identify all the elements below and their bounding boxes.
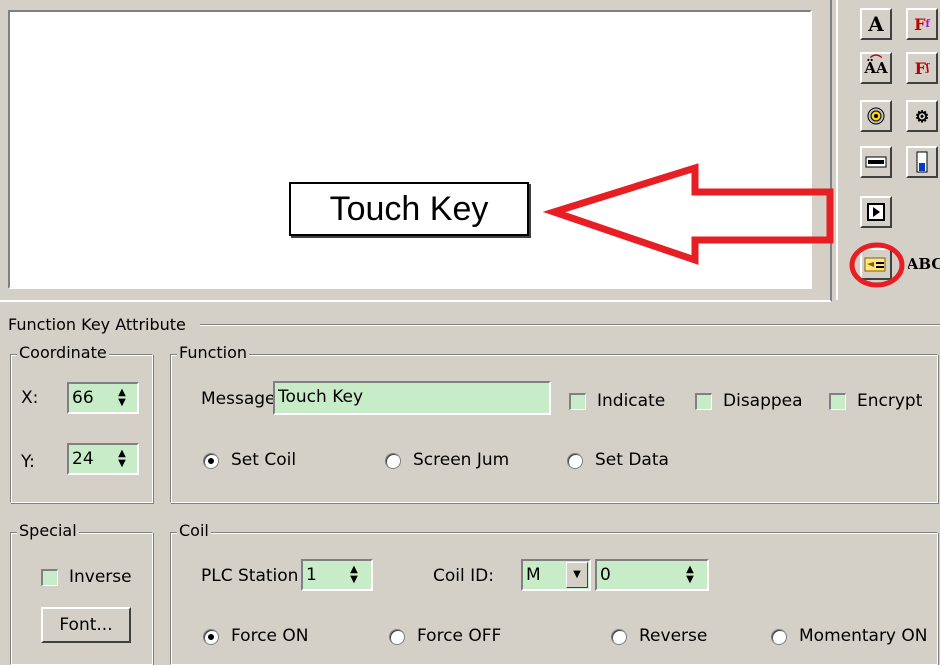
- gears-icon[interactable]: ⚙: [906, 100, 938, 132]
- message-input[interactable]: Touch Key: [273, 381, 551, 415]
- disappear-label: Disappea: [723, 391, 803, 411]
- coil-type-select[interactable]: M ▼: [521, 559, 591, 591]
- special-title: Special: [17, 521, 79, 541]
- encrypt-label: Encrypt: [857, 391, 923, 411]
- force-off-radio[interactable]: [389, 629, 405, 645]
- annotation-arrow-icon: [542, 163, 834, 265]
- abc-button[interactable]: ABC: [908, 248, 940, 280]
- set-coil-label: Set Coil: [231, 450, 297, 470]
- x-value: 66: [72, 388, 94, 408]
- special-group: Special Inverse Font...: [10, 521, 153, 665]
- text-rotate-icon[interactable]: ⌒ ÄA: [860, 52, 892, 84]
- set-data-label: Set Data: [595, 450, 669, 470]
- coil-number-spinner-icon[interactable]: ▲ ▼: [679, 562, 701, 588]
- force-off-label: Force OFF: [417, 626, 502, 646]
- highlight-circle-icon: [849, 242, 905, 288]
- screen-jump-label: Screen Jum: [413, 450, 510, 470]
- y-label: Y:: [21, 452, 35, 472]
- indicate-label: Indicate: [597, 391, 666, 411]
- encrypt-checkbox[interactable]: [829, 393, 846, 410]
- x-label: X:: [21, 388, 39, 408]
- plc-station-label: PLC Station: [201, 566, 299, 586]
- momentary-on-radio[interactable]: [771, 629, 787, 645]
- coil-group: Coil PLC Station 1 ▲ ▼ Coil ID: M ▼ 0 ▲ ▼ …: [170, 521, 938, 665]
- touch-key-label: Touch Key: [329, 189, 489, 228]
- text-icon[interactable]: A: [860, 8, 892, 40]
- plc-station-spinner-icon[interactable]: ▲ ▼: [343, 562, 365, 588]
- set-data-radio[interactable]: [567, 453, 583, 469]
- screen-jump-radio[interactable]: [385, 453, 401, 469]
- message-value: Touch Key: [278, 387, 364, 407]
- play-icon[interactable]: [860, 196, 892, 228]
- font-f2-icon[interactable]: Fʃ: [906, 52, 938, 84]
- coordinate-title: Coordinate: [17, 343, 109, 363]
- font-f-icon[interactable]: Ff: [906, 8, 938, 40]
- set-coil-radio[interactable]: [203, 453, 219, 469]
- target-icon[interactable]: [860, 100, 892, 132]
- function-title: Function: [177, 343, 250, 363]
- reverse-label: Reverse: [639, 626, 708, 646]
- message-label: Message: [201, 389, 276, 409]
- abc-label: ABC: [908, 255, 940, 273]
- chevron-down-icon[interactable]: ▼: [566, 562, 588, 588]
- object-toolbar: A Ff ⌒ ÄA Fʃ ⚙ ABC: [836, 0, 940, 300]
- coil-id-label: Coil ID:: [433, 566, 494, 586]
- meter-icon[interactable]: [906, 146, 938, 178]
- coordinate-group: Coordinate X: 66 ▲ ▼ Y: 24 ▲ ▼: [10, 343, 153, 503]
- momentary-on-label: Momentary ON: [799, 626, 928, 646]
- inverse-checkbox[interactable]: [41, 569, 58, 586]
- disappear-checkbox[interactable]: [695, 393, 712, 410]
- plc-station-value: 1: [306, 565, 317, 585]
- font-button-label: Font...: [59, 615, 113, 635]
- panel-title: Function Key Attribute: [8, 315, 186, 334]
- force-on-radio[interactable]: [203, 629, 219, 645]
- x-spinner-icon[interactable]: ▲ ▼: [111, 385, 133, 411]
- y-value: 24: [72, 449, 94, 469]
- coil-type-value: M: [526, 565, 541, 585]
- reverse-radio[interactable]: [611, 629, 627, 645]
- function-group: Function Message Touch Key Indicate Disa…: [170, 343, 938, 503]
- inverse-label: Inverse: [69, 567, 132, 587]
- panel-divider: [200, 324, 940, 326]
- force-on-label: Force ON: [231, 626, 309, 646]
- indicate-checkbox[interactable]: [569, 393, 586, 410]
- font-button[interactable]: Font...: [41, 607, 131, 643]
- coil-title: Coil: [177, 521, 211, 541]
- touch-key-widget[interactable]: Touch Key: [289, 182, 529, 236]
- y-spinner-icon[interactable]: ▲ ▼: [111, 446, 133, 472]
- keyboard-icon[interactable]: [860, 146, 892, 178]
- coil-number-value: 0: [600, 565, 611, 585]
